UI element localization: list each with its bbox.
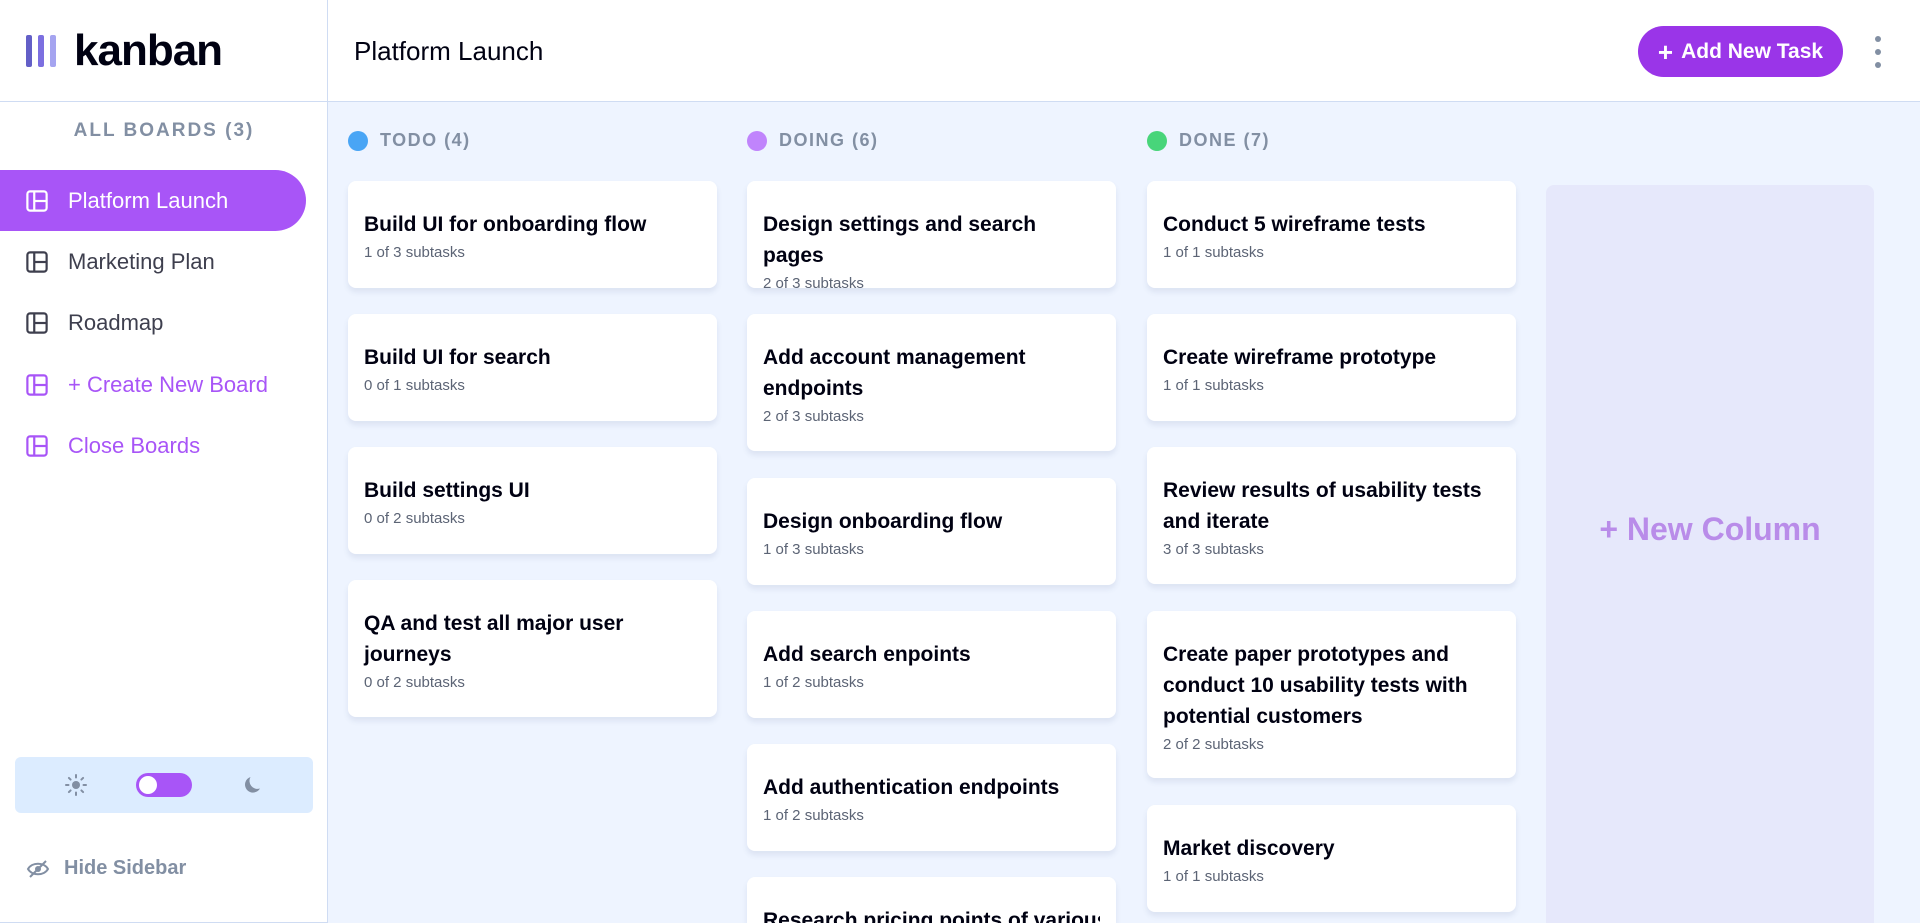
task-subtasks: 1 of 3 subtasks (763, 541, 864, 558)
task-title: Conduct 5 wireframe tests (1163, 213, 1426, 236)
add-new-task-label: Add New Task (1681, 39, 1824, 63)
hide-sidebar-label: Hide Sidebar (64, 857, 187, 879)
task-title: Build UI for onboarding flow (364, 213, 647, 236)
logo: kanban (0, 0, 328, 102)
sidebar-item-roadmap[interactable]: Roadmap (0, 292, 306, 353)
task-card[interactable]: Add authentication endpoints 1 of 2 subt… (747, 744, 1116, 851)
column-color-dot (1147, 130, 1167, 151)
task-card[interactable]: Add search enpoints 1 of 2 subtasks (747, 611, 1116, 718)
task-subtasks: 1 of 3 subtasks (364, 244, 465, 261)
sidebar-item-label: Roadmap (68, 309, 164, 335)
task-title: Build settings UI (364, 479, 530, 502)
task-subtasks: 0 of 2 subtasks (364, 510, 465, 527)
add-new-task-button[interactable]: + Add New Task (1638, 26, 1843, 77)
sidebar-item-marketing-plan[interactable]: Marketing Plan (0, 231, 306, 292)
task-title: Build UI for search (364, 346, 551, 369)
new-column-label: + New Column (1599, 510, 1821, 547)
task-subtasks: 1 of 2 subtasks (763, 807, 864, 824)
task-subtasks: 2 of 3 subtasks (763, 408, 864, 425)
task-card[interactable]: Market discovery 1 of 1 subtasks (1147, 805, 1516, 912)
column-color-dot (747, 130, 767, 151)
new-column-button[interactable]: + New Column (1546, 185, 1874, 923)
task-card[interactable]: Conduct 5 wireframe tests 1 of 1 subtask… (1147, 181, 1516, 288)
board-icon (26, 250, 48, 273)
sidebar: ALL BOARDS (3) Platform Launch Marketing… (0, 102, 328, 923)
task-title: Create wireframe prototype (1163, 346, 1437, 369)
task-subtasks: 3 of 3 subtasks (1163, 541, 1264, 558)
app-name: kanban (74, 26, 223, 75)
task-subtasks: 1 of 1 subtasks (1163, 244, 1264, 261)
task-title: Design settings and search pages (763, 213, 1037, 267)
task-subtasks: 2 of 2 subtasks (1163, 736, 1264, 753)
task-subtasks: 1 of 2 subtasks (763, 674, 864, 691)
task-card[interactable]: Design settings and search pages 2 of 3 … (747, 181, 1116, 292)
task-card[interactable]: QA and test all major user journeys 0 of… (348, 580, 717, 717)
column-header-doing: DOING (6) (747, 130, 879, 151)
hide-sidebar-button[interactable]: Hide Sidebar (26, 857, 186, 880)
task-title: Add account management endpoints (763, 346, 1026, 400)
task-title: Add authentication endpoints (763, 776, 1060, 799)
task-title: Add search enpoints (763, 643, 971, 666)
close-boards-label: Close Boards (68, 432, 201, 458)
board-icon (26, 311, 48, 334)
task-card[interactable]: Build settings UI 0 of 2 subtasks (348, 447, 717, 554)
column-header-todo: TODO (4) (348, 130, 471, 151)
sidebar-item-label: Marketing Plan (68, 248, 215, 274)
close-boards-button[interactable]: Close Boards (0, 415, 306, 476)
board-icon (26, 373, 48, 396)
column-color-dot (348, 130, 368, 151)
create-new-board-button[interactable]: + Create New Board (0, 354, 306, 415)
column-title: DOING (6) (779, 130, 879, 150)
task-card[interactable]: Build UI for search 0 of 1 subtasks (348, 314, 717, 421)
column-title: TODO (4) (380, 130, 471, 150)
eye-slash-icon (26, 859, 50, 878)
task-subtasks: 0 of 1 subtasks (364, 377, 465, 394)
task-card[interactable]: Add account management endpoints 2 of 3 … (747, 314, 1116, 451)
task-title: QA and test all major user journeys (364, 612, 624, 666)
sidebar-item-label: Platform Launch (68, 187, 229, 213)
plus-icon: + (1657, 36, 1674, 67)
task-card[interactable]: Review results of usability tests and it… (1147, 447, 1516, 584)
theme-toggle[interactable] (136, 773, 192, 797)
sun-icon (64, 774, 87, 796)
board-icon (26, 434, 48, 457)
task-title: Research pricing points of various (763, 909, 1100, 923)
vertical-ellipsis-icon[interactable] (1868, 34, 1888, 70)
task-title: Create paper prototypes and conduct 10 u… (1163, 643, 1468, 728)
task-title: Market discovery (1163, 837, 1335, 860)
task-subtasks: 1 of 1 subtasks (1163, 868, 1264, 885)
task-subtasks: 0 of 2 subtasks (364, 674, 465, 691)
column-header-done: DONE (7) (1147, 130, 1270, 151)
task-title: Review results of usability tests and it… (1163, 479, 1482, 533)
task-subtasks: 2 of 3 subtasks (763, 275, 864, 292)
top-bar: kanban Platform Launch + Add New Task (0, 0, 1920, 102)
board-icon (26, 189, 48, 212)
logo-icon (26, 35, 56, 67)
task-card[interactable]: Design onboarding flow 1 of 3 subtasks (747, 478, 1116, 585)
page-title: Platform Launch (354, 35, 544, 66)
column-title: DONE (7) (1179, 130, 1271, 150)
create-new-board-label: + Create New Board (68, 371, 268, 397)
all-boards-heading: ALL BOARDS (3) (73, 120, 255, 141)
task-card[interactable]: Create wireframe prototype 1 of 1 subtas… (1147, 314, 1516, 421)
task-card[interactable]: Create paper prototypes and conduct 10 u… (1147, 611, 1516, 778)
moon-icon (244, 777, 260, 793)
task-card[interactable]: Build UI for onboarding flow 1 of 3 subt… (348, 181, 717, 288)
sidebar-item-platform-launch[interactable]: Platform Launch (0, 170, 306, 231)
task-card[interactable]: Research pricing points of various (747, 877, 1116, 923)
theme-switcher (15, 757, 313, 813)
task-title: Design onboarding flow (763, 510, 1003, 533)
task-subtasks: 1 of 1 subtasks (1163, 377, 1264, 394)
